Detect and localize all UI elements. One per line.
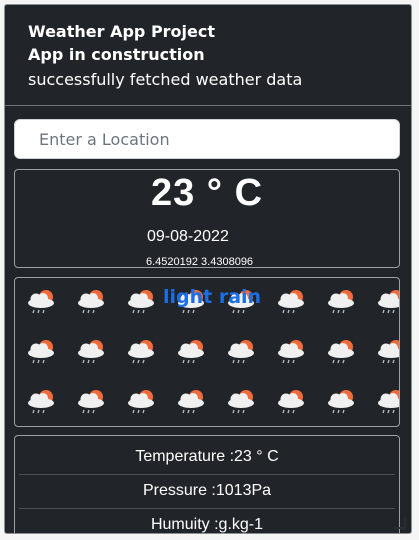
cloud-sun-rain-icon [28, 340, 54, 364]
cloud-sun-rain-icon [378, 340, 399, 364]
app-header: Weather App Project App in construction … [5, 5, 411, 106]
detail-temperature: Temperature :23 ° C [19, 440, 395, 475]
weather-details-card: Temperature :23 ° C Pressure :1013Pa Hum… [14, 435, 400, 533]
cloud-sun-rain-icon [178, 390, 204, 414]
detail-pressure: Pressure :1013Pa [19, 474, 395, 509]
cloud-sun-rain-icon [378, 390, 399, 414]
cloud-sun-rain-icon [78, 290, 104, 314]
cloud-sun-rain-icon [28, 390, 54, 414]
cloud-sun-rain-icon [378, 290, 399, 314]
cloud-sun-rain-icon [278, 390, 304, 414]
current-weather-card: 23 ° C 09-08-2022 6.4520192 3.4308096 [14, 169, 400, 268]
cloud-sun-rain-icon [128, 290, 154, 314]
condition-description: light rain [163, 286, 262, 308]
cloud-sun-rain-icon [278, 290, 304, 314]
location-search[interactable] [14, 119, 400, 159]
weather-condition-card: light rain [14, 277, 400, 427]
cloud-sun-rain-icon [178, 340, 204, 364]
cloud-sun-rain-icon [78, 390, 104, 414]
cloud-sun-rain-icon [128, 390, 154, 414]
cloud-sun-rain-icon [328, 340, 354, 364]
status-message: successfully fetched weather data [28, 70, 303, 89]
coordinates: 6.4520192 3.4308096 [146, 256, 254, 268]
cloud-sun-rain-icon [228, 340, 254, 364]
cloud-sun-rain-icon [128, 340, 154, 364]
detail-humidity: Humuity :g.kg-1 [150, 516, 264, 533]
app-title: Weather App Project [28, 22, 216, 41]
condition-icon-grid [25, 288, 399, 426]
app-subtitle: App in construction [28, 45, 205, 64]
current-temperature: 23 ° C [150, 172, 264, 214]
cloud-sun-rain-icon [78, 340, 104, 364]
cloud-sun-rain-icon [278, 340, 304, 364]
resize-handle[interactable] [394, 517, 406, 529]
current-date: 09-08-2022 [147, 228, 229, 245]
cloud-sun-rain-icon [228, 390, 254, 414]
cloud-sun-rain-icon [328, 390, 354, 414]
cloud-sun-rain-icon [28, 290, 54, 314]
cloud-sun-rain-icon [328, 290, 354, 314]
location-input[interactable] [15, 120, 399, 158]
weather-app-panel: Weather App Project App in construction … [4, 4, 412, 534]
